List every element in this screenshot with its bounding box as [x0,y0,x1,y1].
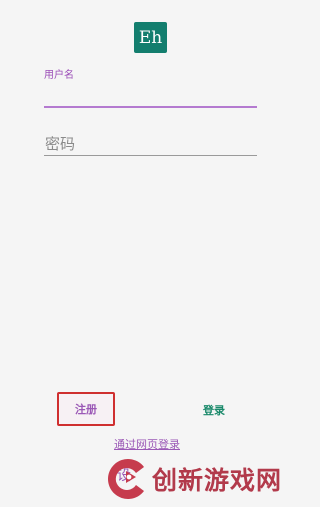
register-button[interactable]: 注册 [57,392,115,426]
login-button[interactable]: 登录 [192,400,236,420]
watermark: 创新游戏网 [96,457,282,501]
web-login-link[interactable]: 通过网页登录 [114,436,180,452]
login-button-label: 登录 [203,404,225,417]
watermark-text: 创新游戏网 [152,466,283,495]
username-input-underline[interactable] [44,106,257,108]
app-logo: Eh [134,22,167,53]
password-input-underline[interactable] [44,155,257,156]
username-label: 用户名 [44,70,74,81]
register-button-label: 注册 [75,403,97,416]
password-input[interactable]: 密码 [45,133,75,154]
watermark-logo-icon [108,459,144,499]
